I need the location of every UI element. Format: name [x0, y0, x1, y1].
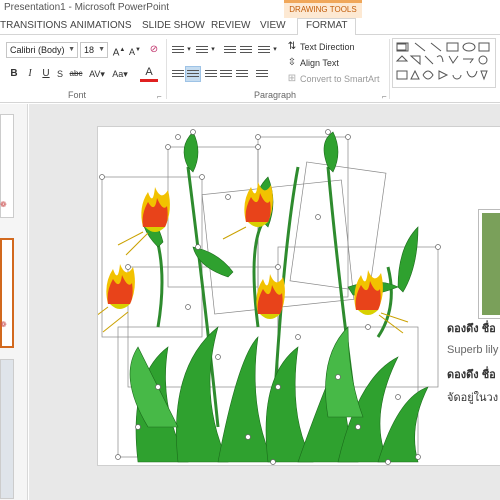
columns-icon[interactable] — [236, 70, 248, 80]
numbering-icon[interactable] — [196, 46, 208, 56]
slide-text-line[interactable]: ดองดึง ชื่อ — [447, 319, 496, 337]
slide-thumbnail-marker: ❁ — [0, 200, 7, 209]
slide-text-line[interactable]: Superb lily — [447, 344, 498, 356]
bullets-icon[interactable] — [172, 46, 184, 56]
slide-thumbnail[interactable] — [0, 359, 14, 499]
ribbon-tabs: TRANSITIONS ANIMATIONS SLIDE SHOW REVIEW… — [0, 18, 500, 36]
window-title: Presentation1 - Microsoft PowerPoint — [4, 2, 170, 13]
tab-animations[interactable]: ANIMATIONS — [70, 20, 131, 31]
character-spacing-icon[interactable]: AV▾ — [87, 66, 107, 82]
align-center-button[interactable] — [185, 66, 201, 82]
font-size-combo[interactable]: 18 ▼ — [80, 42, 108, 58]
tab-format[interactable]: FORMAT — [297, 18, 357, 36]
font-color-icon[interactable]: A — [140, 66, 158, 82]
italic-icon[interactable]: I — [24, 66, 36, 82]
justify-icon[interactable] — [220, 70, 232, 80]
font-family-combo[interactable]: Calibri (Body) ▼ — [6, 42, 78, 58]
distributed-icon[interactable] — [256, 70, 268, 80]
tab-view[interactable]: VIEW — [260, 20, 286, 31]
tab-transitions[interactable]: TRANSITIONS — [0, 20, 67, 31]
bold-icon[interactable]: B — [8, 66, 20, 82]
slide-thumbnail-selected[interactable] — [0, 238, 14, 348]
chevron-down-icon[interactable]: ▾ — [209, 42, 217, 58]
dialog-launcher-icon[interactable]: ⌐ — [157, 92, 162, 101]
underline-icon[interactable]: U — [40, 66, 52, 82]
slide-canvas: ดองดึง ชื่อ Superb lily ดองดึง ชื่อ จัดอ… — [29, 104, 500, 500]
grow-font-icon[interactable]: A▲ — [112, 42, 126, 58]
shapes-gallery-icons — [395, 42, 490, 81]
font-family-value: Calibri (Body) — [10, 45, 65, 55]
align-text-icon[interactable]: ⇳ — [286, 55, 298, 71]
tab-review[interactable]: REVIEW — [211, 20, 250, 31]
decrease-indent-icon[interactable] — [224, 46, 236, 56]
chevron-down-icon: ▼ — [98, 46, 105, 53]
increase-indent-icon[interactable] — [240, 46, 252, 56]
paragraph-group-label: Paragraph — [254, 90, 297, 100]
ribbon: Calibri (Body) ▼ 18 ▼ A▲ A▼ ⊘ B I U S ab… — [0, 35, 500, 103]
drawing-tools-context-label: DRAWING TOOLS — [284, 0, 362, 18]
align-text-button[interactable]: Align Text — [300, 55, 382, 71]
tab-slide-show[interactable]: SLIDE SHOW — [142, 20, 205, 31]
flower-photo[interactable] — [478, 209, 500, 319]
line-spacing-icon[interactable] — [258, 46, 270, 56]
title-bar: Presentation1 - Microsoft PowerPoint DRA… — [0, 0, 500, 18]
change-case-icon[interactable]: Aa▾ — [110, 66, 130, 82]
smartart-icon[interactable]: ⊞ — [286, 71, 298, 87]
slide-text-line[interactable]: จัดอยู่ในวง — [447, 388, 498, 406]
align-center-icon — [187, 70, 199, 80]
chevron-down-icon[interactable]: ▾ — [271, 42, 279, 58]
text-direction-button[interactable]: Text Direction — [300, 39, 382, 55]
photo-image — [482, 213, 500, 315]
shrink-font-icon[interactable]: A▼ — [128, 42, 142, 58]
group-separator — [166, 39, 167, 99]
shapes-gallery[interactable] — [392, 38, 496, 88]
chevron-down-icon: ▼ — [68, 46, 75, 53]
text-direction-icon[interactable]: ⇅ — [286, 39, 298, 55]
align-right-icon[interactable] — [205, 70, 217, 80]
group-separator — [389, 39, 390, 99]
dialog-launcher-icon[interactable]: ⌐ — [382, 92, 387, 101]
font-size-value: 18 — [84, 45, 95, 55]
flower-clipart[interactable] — [98, 127, 500, 467]
slide-text-line[interactable]: ดองดึง ชื่อ — [447, 365, 496, 383]
chevron-down-icon[interactable]: ▾ — [185, 42, 193, 58]
strikethrough-icon[interactable]: abc — [68, 66, 84, 82]
slide: ดองดึง ชื่อ Superb lily ดองดึง ชื่อ จัดอ… — [97, 126, 500, 466]
slide-thumbnail-pane: ❁ ❁ — [0, 104, 28, 500]
slide-thumbnail-marker: ❁ — [0, 320, 7, 329]
shadow-icon[interactable]: S — [54, 66, 66, 82]
clear-formatting-icon[interactable]: ⊘ — [147, 42, 161, 58]
convert-to-smartart-button[interactable]: Convert to SmartArt — [300, 71, 386, 87]
align-left-icon[interactable] — [172, 70, 184, 80]
font-group-label: Font — [68, 90, 87, 100]
